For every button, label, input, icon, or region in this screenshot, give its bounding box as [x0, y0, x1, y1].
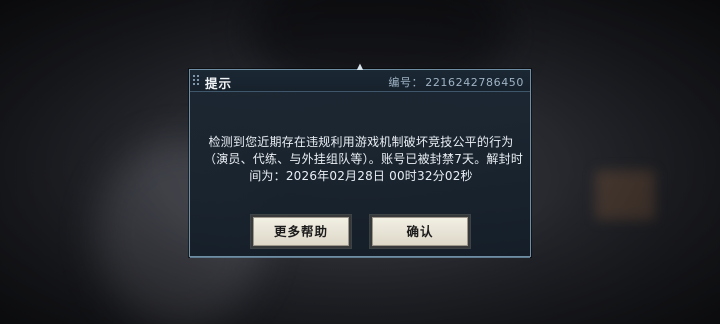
- message-line: 检测到您近期存在违规利用游戏机制破坏竞技公平的行为: [208, 135, 514, 149]
- more-help-button[interactable]: 更多帮助: [253, 217, 349, 246]
- ban-message: 检测到您近期存在违规利用游戏机制破坏竞技公平的行为 （演员、代练、与外挂组队等）…: [204, 134, 524, 185]
- game-background: ▲ 提示 编号： 2216242786450 检测到您近期存在违规利用游戏机制破坏…: [0, 0, 720, 324]
- ticket-number: 2216242786450: [425, 76, 524, 89]
- dialog-header: 提示 编号： 2216242786450: [190, 70, 530, 92]
- ban-notice-dialog: ▲ 提示 编号： 2216242786450 检测到您近期存在违规利用游戏机制破坏…: [189, 63, 531, 258]
- drag-grip-icon: [193, 75, 199, 87]
- message-line: （演员、代练、与外挂组队等）。账号已被封禁7天。解封时: [204, 152, 524, 166]
- ticket-id: 编号： 2216242786450: [388, 74, 524, 90]
- dialog-bottom-divider: [190, 257, 530, 258]
- message-line: 间为：2026年02月28日 00时32分02秒: [249, 169, 473, 183]
- dialog-title: 提示: [205, 76, 233, 91]
- ticket-label: 编号：: [388, 76, 424, 89]
- confirm-button[interactable]: 确认: [372, 217, 468, 246]
